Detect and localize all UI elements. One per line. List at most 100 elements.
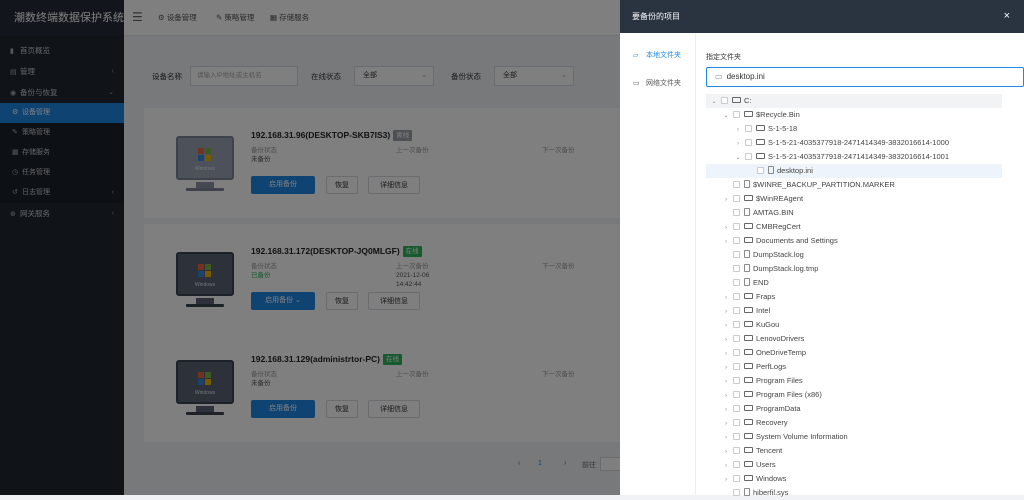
tree-file-node[interactable]: DumpStack.log.tmp bbox=[706, 262, 1002, 276]
folder-path-input[interactable]: ▭ desktop.ini bbox=[706, 67, 1024, 87]
tree-folder-node[interactable]: › PerfLogs bbox=[706, 360, 1002, 374]
chevron-right-icon[interactable]: › bbox=[722, 305, 730, 318]
chevron-right-icon[interactable]: › bbox=[722, 291, 730, 304]
tree-node-label: DumpStack.log.tmp bbox=[753, 264, 819, 273]
tree-checkbox[interactable] bbox=[733, 251, 740, 258]
tree-node-label: S-1-5-21-4035377918-2471414349-383201661… bbox=[768, 152, 949, 161]
tree-checkbox[interactable] bbox=[733, 363, 740, 370]
tree-file-node[interactable]: END bbox=[706, 276, 1002, 290]
tree-checkbox[interactable] bbox=[733, 265, 740, 272]
tree-checkbox[interactable] bbox=[745, 139, 752, 146]
tree-node-label: S-1-5-21-4035377918-2471414349-383201661… bbox=[768, 138, 949, 147]
tree-checkbox[interactable] bbox=[757, 167, 764, 174]
chevron-right-icon[interactable]: › bbox=[722, 459, 730, 472]
backup-items-drawer: 要备份的项目 × ▱ 本地文件夹 ▭ 网络文件夹 指定文件夹 ▭ desktop.in… bbox=[620, 0, 1024, 497]
chevron-right-icon[interactable]: › bbox=[722, 361, 730, 374]
tree-file-node[interactable]: AMTAG.BIN bbox=[706, 206, 1002, 220]
folder-icon bbox=[756, 153, 765, 159]
tree-checkbox[interactable] bbox=[733, 419, 740, 426]
chevron-right-icon[interactable]: › bbox=[722, 319, 730, 332]
tree-folder-node[interactable]: ⌄ $Recycle.Bin bbox=[706, 108, 1002, 122]
chevron-right-icon[interactable]: › bbox=[722, 473, 730, 486]
tree-checkbox[interactable] bbox=[733, 321, 740, 328]
tree-checkbox[interactable] bbox=[733, 475, 740, 482]
close-icon[interactable]: × bbox=[1004, 0, 1010, 33]
tab-network-folder[interactable]: ▭ 网络文件夹 bbox=[620, 73, 695, 95]
tree-folder-node[interactable]: › Program Files (x86) bbox=[706, 388, 1002, 402]
tree-node-label: Recovery bbox=[756, 418, 788, 427]
tree-folder-node[interactable]: › $WinREAgent bbox=[706, 192, 1002, 206]
chevron-down-icon[interactable]: ⌄ bbox=[734, 151, 742, 164]
tree-node-label: $WinREAgent bbox=[756, 194, 804, 203]
tree-folder-node[interactable]: › CMBRegCert bbox=[706, 220, 1002, 234]
tree-checkbox[interactable] bbox=[733, 377, 740, 384]
chevron-right-icon[interactable]: › bbox=[722, 403, 730, 416]
chevron-right-icon[interactable]: › bbox=[722, 221, 730, 234]
tree-checkbox[interactable] bbox=[733, 293, 740, 300]
chevron-right-icon[interactable]: › bbox=[722, 417, 730, 430]
folder-icon bbox=[744, 195, 753, 201]
tree-checkbox[interactable] bbox=[733, 405, 740, 412]
folder-icon bbox=[744, 321, 753, 327]
tree-folder-node[interactable]: › Intel bbox=[706, 304, 1002, 318]
tree-folder-node[interactable]: › Users bbox=[706, 458, 1002, 472]
tree-node-label: CMBRegCert bbox=[756, 222, 801, 231]
tree-checkbox[interactable] bbox=[733, 447, 740, 454]
folder-icon bbox=[744, 111, 753, 117]
tree-folder-node[interactable]: › KuGou bbox=[706, 318, 1002, 332]
tree-folder-node[interactable]: › Tencent bbox=[706, 444, 1002, 458]
tree-node-label: ProgramData bbox=[756, 404, 801, 413]
chevron-right-icon[interactable]: › bbox=[734, 137, 742, 150]
tree-checkbox[interactable] bbox=[733, 307, 740, 314]
tree-folder-node[interactable]: › ProgramData bbox=[706, 402, 1002, 416]
tree-checkbox[interactable] bbox=[733, 181, 740, 188]
tree-folder-node[interactable]: ⌄ S-1-5-21-4035377918-2471414349-38320166… bbox=[706, 150, 1002, 164]
chevron-right-icon[interactable]: › bbox=[722, 375, 730, 388]
chevron-right-icon[interactable]: › bbox=[722, 235, 730, 248]
chevron-right-icon[interactable]: › bbox=[722, 389, 730, 402]
chevron-right-icon[interactable]: › bbox=[722, 347, 730, 360]
tree-checkbox[interactable] bbox=[733, 195, 740, 202]
tree-checkbox[interactable] bbox=[745, 125, 752, 132]
field-label: 指定文件夹 bbox=[706, 54, 741, 61]
tree-checkbox[interactable] bbox=[733, 237, 740, 244]
folder-icon: ▭ bbox=[633, 80, 640, 87]
tab-local-folder[interactable]: ▱ 本地文件夹 bbox=[620, 45, 695, 67]
chevron-right-icon[interactable]: › bbox=[722, 333, 730, 346]
tree-folder-node[interactable]: › S-1-5-18 bbox=[706, 122, 1002, 136]
tree-folder-node[interactable]: › OneDriveTemp bbox=[706, 346, 1002, 360]
tree-file-node[interactable]: $WINRE_BACKUP_PARTITION.MARKER bbox=[706, 178, 1002, 192]
tree-file-node[interactable]: DumpStack.log bbox=[706, 248, 1002, 262]
tree-folder-node[interactable]: › LenovoDrivers bbox=[706, 332, 1002, 346]
tree-file-node[interactable]: hiberfil.sys bbox=[706, 486, 1002, 500]
tree-folder-node[interactable]: › Program Files bbox=[706, 374, 1002, 388]
tree-folder-node[interactable]: › Windows bbox=[706, 472, 1002, 486]
tree-folder-node[interactable]: › Fraps bbox=[706, 290, 1002, 304]
chevron-down-icon[interactable]: ⌄ bbox=[722, 109, 730, 122]
tree-checkbox[interactable] bbox=[733, 433, 740, 440]
tree-file-node[interactable]: desktop.ini bbox=[706, 164, 1002, 178]
folder-icon bbox=[744, 475, 753, 481]
chevron-down-icon[interactable]: ⌄ bbox=[710, 95, 718, 108]
chevron-right-icon[interactable]: › bbox=[734, 123, 742, 136]
tree-folder-node[interactable]: › System Volume Information bbox=[706, 430, 1002, 444]
tree-checkbox[interactable] bbox=[733, 223, 740, 230]
chevron-right-icon[interactable]: › bbox=[722, 193, 730, 206]
tree-node-label: Fraps bbox=[756, 292, 776, 301]
tree-checkbox[interactable] bbox=[733, 391, 740, 398]
tree-folder-node[interactable]: › Recovery bbox=[706, 416, 1002, 430]
tree-checkbox[interactable] bbox=[733, 349, 740, 356]
tree-checkbox[interactable] bbox=[733, 335, 740, 342]
chevron-right-icon[interactable]: › bbox=[722, 445, 730, 458]
tree-folder-node[interactable]: › S-1-5-21-4035377918-2471414349-38320166… bbox=[706, 136, 1002, 150]
tree-checkbox[interactable] bbox=[733, 461, 740, 468]
modal-overlay[interactable] bbox=[0, 0, 620, 495]
tree-folder-node[interactable]: › Documents and Settings bbox=[706, 234, 1002, 248]
tree-checkbox[interactable] bbox=[745, 153, 752, 160]
tree-checkbox[interactable] bbox=[721, 97, 728, 104]
chevron-right-icon[interactable]: › bbox=[722, 431, 730, 444]
tree-checkbox[interactable] bbox=[733, 279, 740, 286]
tree-folder-node[interactable]: ⌄ C: bbox=[706, 94, 1002, 108]
tree-checkbox[interactable] bbox=[733, 111, 740, 118]
tree-checkbox[interactable] bbox=[733, 209, 740, 216]
